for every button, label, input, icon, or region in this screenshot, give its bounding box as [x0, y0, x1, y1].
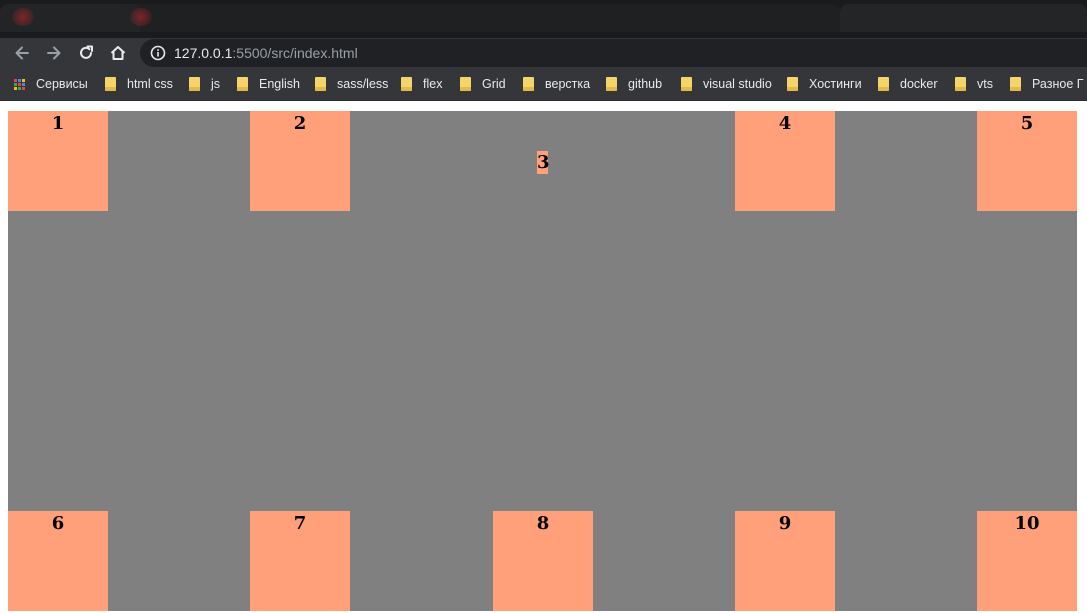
box-10: 10 — [977, 511, 1077, 611]
tab-favicon-icon — [130, 8, 152, 26]
bookmark-folder-flex[interactable]: flex — [401, 76, 442, 92]
folder-icon — [606, 77, 617, 91]
bookmark-label: Разное Г — [1032, 77, 1084, 91]
bookmark-label: Grid — [482, 77, 506, 91]
forward-button[interactable] — [42, 41, 66, 65]
url-host: 127.0.0.1 — [174, 45, 233, 61]
bookmark-folder-misc[interactable]: Разное Г — [1010, 76, 1084, 92]
bookmark-folder-docker[interactable]: docker — [878, 76, 938, 92]
bookmark-folder-js[interactable]: js — [189, 76, 220, 92]
box-4: 4 — [735, 111, 835, 211]
box-1: 1 — [8, 111, 108, 211]
folder-icon — [878, 77, 889, 91]
url-text[interactable]: 127.0.0.1:5500/src/index.html — [174, 44, 358, 62]
browser-tab-active[interactable] — [120, 4, 840, 32]
bookmark-folder-english[interactable]: English — [237, 76, 300, 92]
folder-icon — [1010, 77, 1021, 91]
bookmark-folder-grid[interactable]: Grid — [460, 76, 506, 92]
bookmark-label: English — [259, 77, 300, 91]
bookmark-label: верстка — [545, 77, 591, 91]
address-bar[interactable]: 127.0.0.1:5500/src/index.html — [140, 39, 1087, 67]
bookmark-label: docker — [900, 77, 938, 91]
folder-icon — [681, 77, 692, 91]
bookmark-label: visual studio — [703, 77, 772, 91]
back-button[interactable] — [10, 41, 34, 65]
bookmark-folder-html-css[interactable]: html css — [105, 76, 173, 92]
box-2: 2 — [250, 111, 350, 211]
tab-strip — [0, 0, 1087, 38]
bookmark-folder-verstka[interactable]: верстка — [523, 76, 590, 92]
bookmark-label: Хостинги — [809, 77, 862, 91]
bookmark-services[interactable]: Сервисы — [14, 76, 88, 92]
bookmark-label: js — [211, 77, 221, 91]
bookmark-folder-github[interactable]: github — [606, 76, 662, 92]
folder-icon — [460, 77, 471, 91]
folder-icon — [523, 77, 534, 91]
flex-container: 1 2 3 4 5 6 7 8 9 10 — [8, 111, 1077, 611]
bookmark-folder-hosting[interactable]: Хостинги — [787, 76, 862, 92]
bookmark-label: vts — [977, 77, 993, 91]
arrow-left-icon — [15, 46, 29, 60]
folder-icon — [189, 77, 200, 91]
bookmark-label: Сервисы — [36, 77, 88, 91]
home-icon — [110, 46, 126, 60]
bookmark-folder-visual-studio[interactable]: visual studio — [681, 76, 772, 92]
folder-icon — [401, 77, 412, 91]
box-3: 3 — [537, 151, 550, 174]
bookmark-folder-sass-less[interactable]: sass/less — [315, 76, 388, 92]
info-icon[interactable] — [150, 45, 166, 61]
bookmarks-bar: Сервисы html css js English sass/less fl… — [0, 68, 1087, 101]
browser-tab[interactable] — [840, 4, 1087, 32]
apps-grid-icon — [14, 78, 25, 90]
bookmark-folder-vts[interactable]: vts — [955, 76, 993, 92]
bookmark-label: html css — [127, 77, 173, 91]
folder-icon — [787, 77, 798, 91]
folder-icon — [237, 77, 248, 91]
box-6: 6 — [8, 511, 108, 611]
url-path: :5500/src/index.html — [232, 45, 358, 61]
home-button[interactable] — [106, 41, 130, 65]
folder-icon — [315, 77, 326, 91]
folder-icon — [955, 77, 966, 91]
reload-button[interactable] — [74, 41, 98, 65]
box-7: 7 — [250, 511, 350, 611]
box-9: 9 — [735, 511, 835, 611]
bookmark-label: flex — [423, 77, 443, 91]
tab-favicon-icon — [12, 8, 34, 26]
folder-icon — [105, 77, 116, 91]
box-8: 8 — [493, 511, 593, 611]
arrow-right-icon — [47, 46, 61, 60]
page-viewport: 1 2 3 4 5 6 7 8 9 10 — [0, 101, 1087, 613]
bookmark-label: github — [628, 77, 663, 91]
reload-icon — [80, 45, 93, 59]
browser-toolbar: 127.0.0.1:5500/src/index.html — [0, 38, 1087, 68]
bookmark-label: sass/less — [337, 77, 389, 91]
box-5: 5 — [977, 111, 1077, 211]
